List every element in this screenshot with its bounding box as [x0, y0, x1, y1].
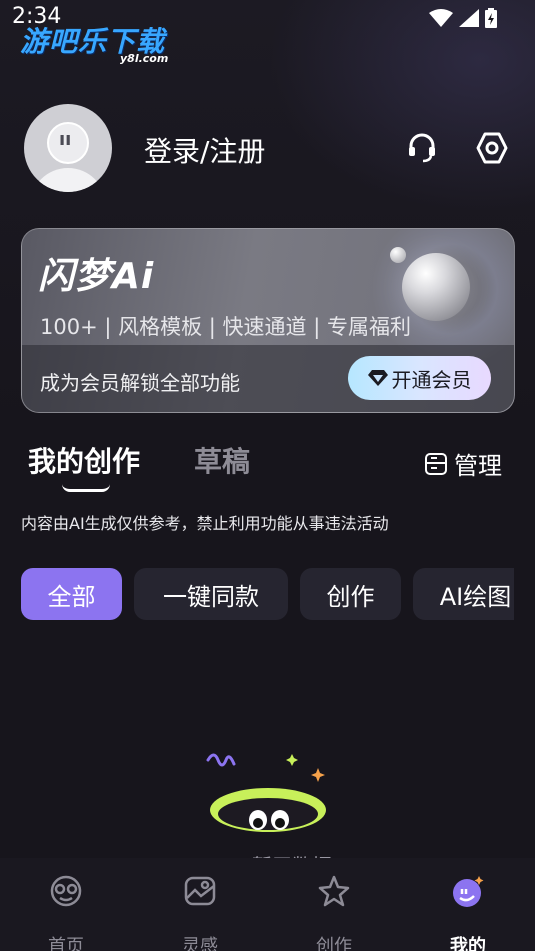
chip-create[interactable]: 创作 [300, 568, 401, 620]
filter-chips: 全部 一键同款 创作 AI绘图 [21, 568, 514, 620]
profile-header: ıı 登录/注册 [24, 104, 512, 194]
vip-promo-bar: 成为会员解锁全部功能 开通会员 [22, 345, 514, 412]
chip-all[interactable]: 全部 [21, 568, 122, 620]
ai-disclaimer: 内容由AI生成仅供参考，禁止利用功能从事违法活动 [21, 514, 389, 533]
nav-label-profile: 我的 [450, 936, 486, 951]
manage-icon [425, 452, 447, 475]
empty-state-illustration [200, 748, 340, 858]
manage-label: 管理 [454, 452, 502, 480]
vip-features: 100+ | 风格模板 | 快速通道 | 专属福利 [40, 315, 411, 339]
diamond-icon [367, 370, 388, 386]
customer-service-icon[interactable] [404, 130, 440, 166]
active-tab-indicator [62, 484, 110, 492]
nav-item-home[interactable]: 首页 [26, 872, 106, 951]
status-icons [429, 8, 497, 28]
avatar[interactable]: ıı [24, 104, 112, 192]
manage-button[interactable]: 管理 [424, 446, 502, 481]
vip-membership-card[interactable]: 闪梦Ai 100+ | 风格模板 | 快速通道 | 专属福利 成为会员解锁全部功… [21, 228, 515, 413]
nav-label-inspiration: 灵感 [182, 936, 218, 951]
tab-my-creations[interactable]: 我的创作 [28, 440, 140, 480]
small-sphere-decoration [390, 247, 406, 263]
home-face-icon [50, 875, 82, 907]
avatar-head: ıı [47, 122, 89, 164]
login-register-link[interactable]: 登录/注册 [144, 130, 265, 170]
chip-one-click-same[interactable]: 一键同款 [134, 568, 288, 620]
tab-drafts[interactable]: 草稿 [194, 440, 250, 480]
bottom-navigation: 首页 灵感 创作 我的 [0, 858, 535, 951]
nav-item-profile[interactable]: 我的 [428, 872, 508, 951]
watermark-domain: y8l.com [120, 52, 169, 65]
open-membership-button[interactable]: 开通会员 [348, 356, 491, 400]
create-star-icon [318, 875, 350, 907]
wifi-icon [429, 9, 453, 27]
vip-promo-text: 成为会员解锁全部功能 [40, 371, 240, 395]
signal-icon [459, 9, 479, 27]
creation-tabs: 我的创作 草稿 管理 [28, 440, 508, 492]
chip-ai-drawing[interactable]: AI绘图 [413, 568, 514, 620]
nav-item-create[interactable]: 创作 [294, 872, 374, 951]
battery-icon [485, 8, 497, 28]
settings-icon[interactable] [474, 130, 510, 166]
app-logo: 闪梦Ai [38, 256, 155, 297]
sphere-decoration [402, 253, 470, 321]
profile-icon [453, 876, 484, 907]
nav-label-create: 创作 [316, 936, 352, 951]
avatar-body [30, 168, 106, 192]
open-membership-label: 开通会员 [391, 367, 472, 392]
nav-item-inspiration[interactable]: 灵感 [160, 872, 240, 951]
nav-label-home: 首页 [48, 936, 84, 951]
inspiration-icon [184, 876, 216, 906]
